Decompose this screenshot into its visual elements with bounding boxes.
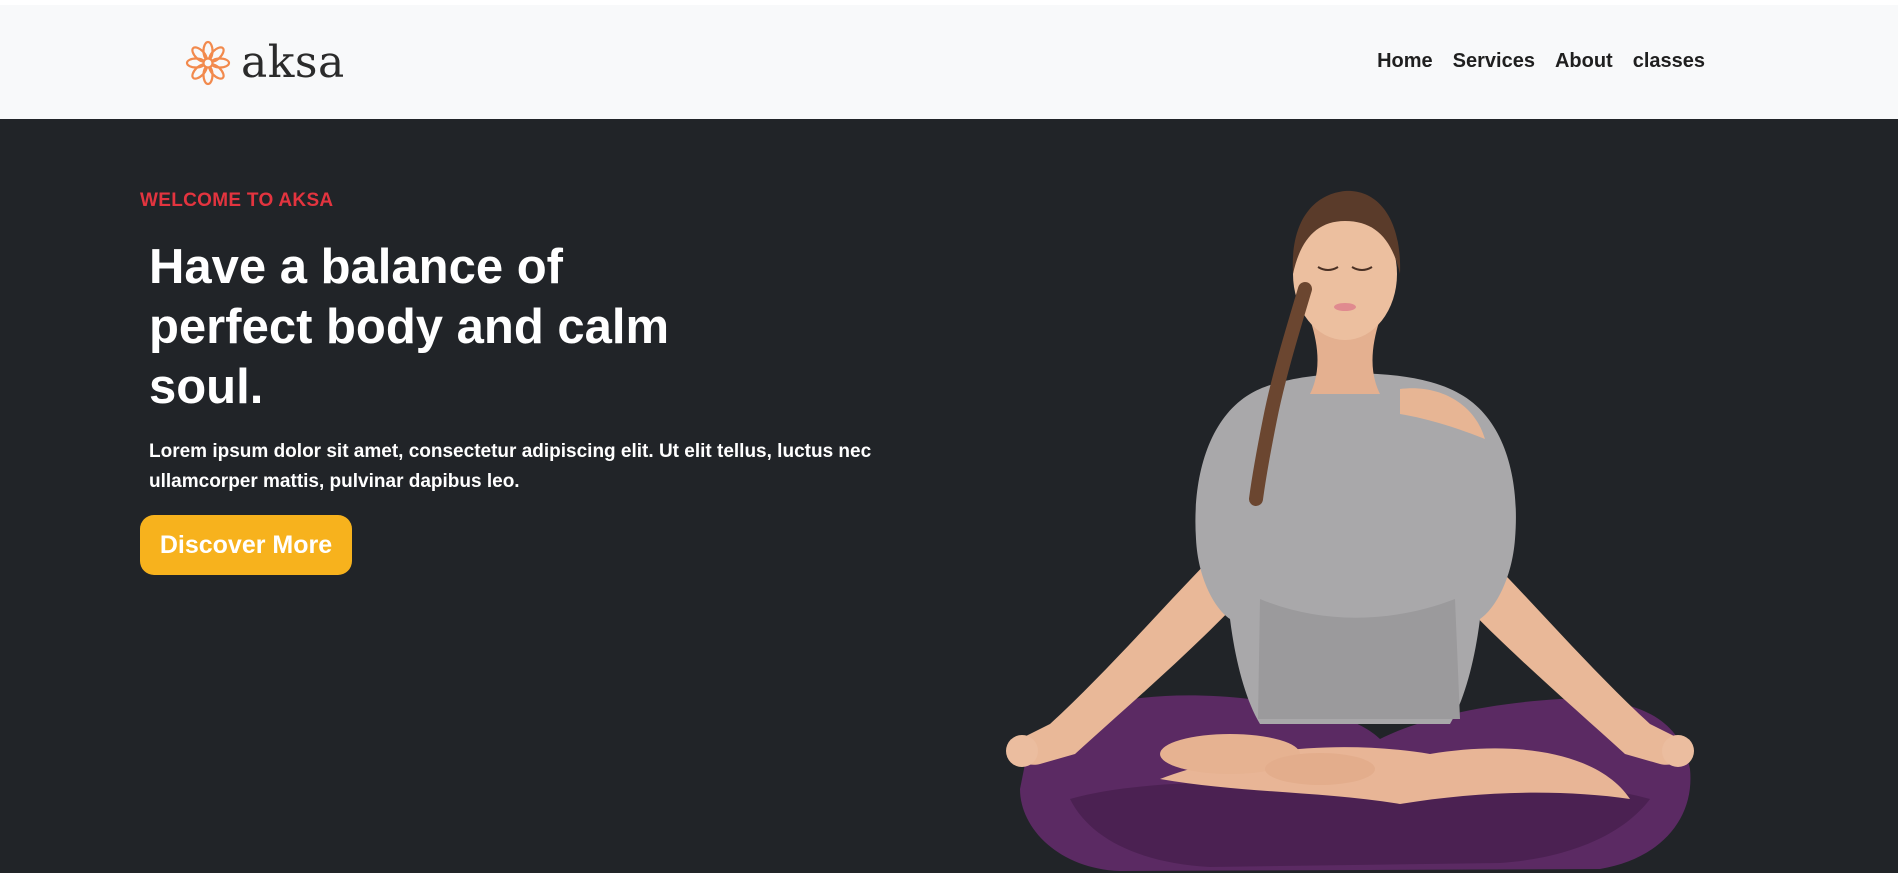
hero-title-line: soul. bbox=[149, 360, 264, 414]
hero-title-line: Have a balance of bbox=[149, 240, 563, 294]
discover-more-button[interactable]: Discover More bbox=[140, 515, 352, 575]
hero-description: Lorem ipsum dolor sit amet, consectetur … bbox=[149, 437, 929, 497]
meditating-woman-illustration bbox=[1006, 190, 1694, 871]
flower-icon bbox=[185, 40, 231, 86]
nav-about-link[interactable]: About bbox=[1555, 49, 1613, 73]
navbar: aksa Home Services About classes bbox=[0, 5, 1898, 119]
nav-services-link[interactable]: Services bbox=[1453, 49, 1535, 73]
nav-home-link[interactable]: Home bbox=[1377, 49, 1433, 73]
main-nav: Home Services About classes bbox=[1377, 49, 1705, 73]
brand-name: aksa bbox=[241, 37, 345, 88]
scrollbar-edge bbox=[1898, 0, 1902, 876]
hero-section: WELCOME TO AKSA Have a balance of perfec… bbox=[0, 119, 1898, 876]
hero-title: Have a balance of perfect body and calm … bbox=[149, 237, 749, 417]
hero-title-line: perfect body and calm bbox=[149, 300, 670, 354]
hero-description-line: ullamcorper mattis, pulvinar dapibus leo… bbox=[149, 471, 520, 492]
page: aksa Home Services About classes WELCOME… bbox=[0, 0, 1902, 876]
hero-description-line: Lorem ipsum dolor sit amet, consectetur … bbox=[149, 441, 872, 462]
hero-eyebrow: WELCOME TO AKSA bbox=[140, 190, 334, 211]
brand-logo[interactable]: aksa bbox=[183, 37, 345, 89]
nav-classes-link[interactable]: classes bbox=[1633, 49, 1705, 73]
